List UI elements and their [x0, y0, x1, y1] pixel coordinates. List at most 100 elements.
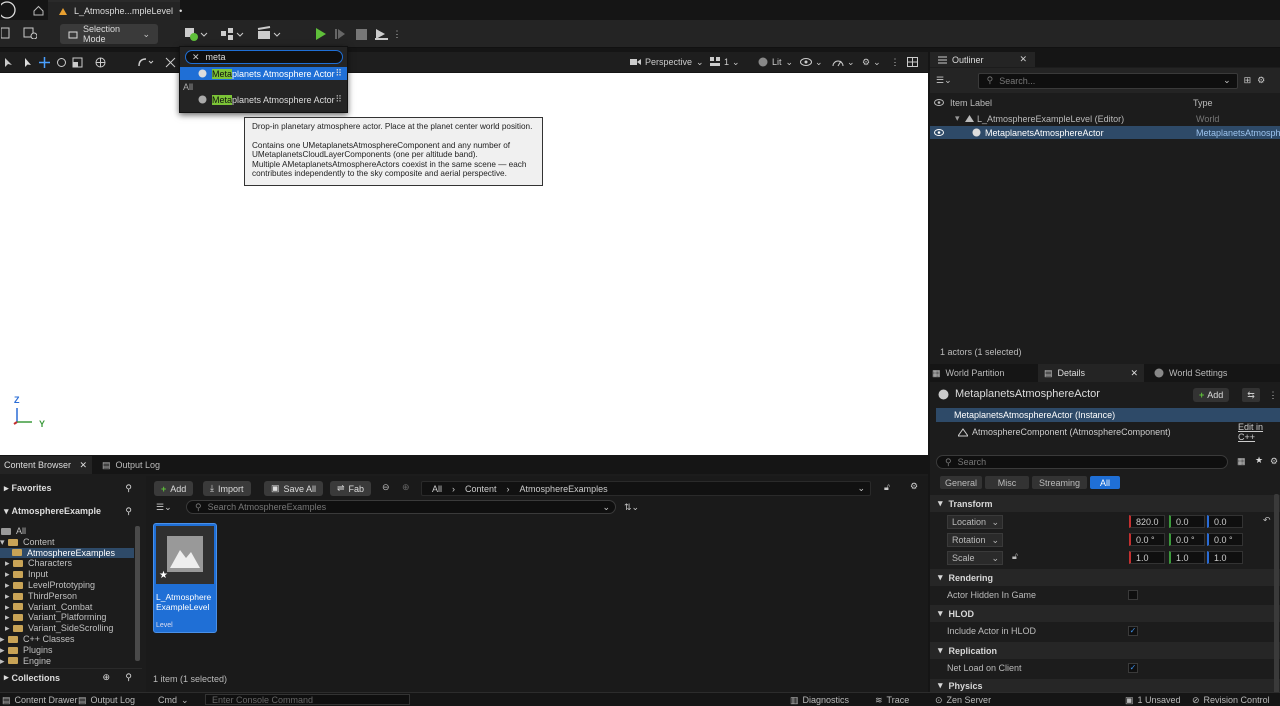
rotate-icon[interactable] [55, 55, 67, 69]
tree-characters[interactable]: ▸ Characters [0, 558, 134, 569]
rotation-y[interactable]: 0.0 ° [1169, 533, 1205, 546]
expand-arrow-icon[interactable]: ▾ [955, 113, 960, 124]
filter-streaming[interactable]: Streaming [1032, 476, 1087, 489]
section-hlod[interactable]: ▾ HLOD [930, 605, 1280, 622]
result-item[interactable]: Metaplanets Atmosphere Actor ⠿ [180, 93, 347, 106]
eject-icon[interactable] [372, 25, 390, 43]
scale-y[interactable]: 1.0 [1169, 551, 1205, 564]
tree-engine[interactable]: ▸ Engine [0, 656, 134, 666]
breadcrumb-all[interactable]: All [432, 484, 442, 494]
col-item-label[interactable]: Item Label [950, 98, 992, 108]
outliner-search-input[interactable]: ⚲ Search... ⌄ [977, 72, 1238, 89]
place-actor-search[interactable]: ✕ meta [185, 50, 343, 64]
location-y[interactable]: 0.0 [1169, 515, 1205, 528]
output-log-button[interactable]: ▤ Output Log [78, 694, 135, 706]
tree-third-person[interactable]: ▸ ThirdPerson [0, 591, 134, 602]
chevron-down-icon[interactable]: ⌄ [857, 483, 865, 494]
tree-input[interactable]: ▸ Input [0, 569, 134, 580]
viewport-settings-button[interactable]: ⚙ ⌄ [862, 54, 881, 70]
actor-hidden-checkbox[interactable] [1128, 590, 1138, 600]
visibility-eye-icon[interactable] [934, 129, 944, 136]
scale-dropdown[interactable]: Scale ⌄ [947, 551, 1003, 565]
drag-handle-icon[interactable]: ⠿ [335, 68, 342, 79]
asset-tile-level[interactable]: ★ L_Atmosphere ExampleLevel Level [153, 523, 217, 633]
drag-handle-icon[interactable]: ⠿ [335, 94, 342, 105]
close-icon[interactable]: ✕ [1130, 368, 1138, 379]
more-options-icon[interactable]: ⋮ [1266, 388, 1280, 402]
select-tool-icon[interactable] [0, 55, 18, 69]
unsaved-button[interactable]: ▣ 1 Unsaved [1125, 694, 1181, 706]
import-button[interactable]: ⤓ Import [203, 481, 251, 496]
location-x[interactable]: 820.0 [1129, 515, 1165, 528]
clear-search-icon[interactable]: ✕ [192, 52, 200, 63]
search-icon[interactable]: ⚲ [125, 506, 132, 517]
scale-z[interactable]: 1.0 [1207, 551, 1243, 564]
trace-button[interactable]: ≋ Trace [875, 694, 909, 706]
details-search-input[interactable]: ⚲ Search [936, 455, 1228, 469]
filter-general[interactable]: General [940, 476, 982, 489]
location-z[interactable]: 0.0 [1207, 515, 1243, 528]
net-load-checkbox[interactable]: ✓ [1128, 663, 1138, 673]
more-options-icon[interactable]: ⋮ [393, 25, 402, 43]
level-tab[interactable]: L_Atmosphe...mpleLevel • [48, 0, 182, 20]
favorite-star-icon[interactable]: ★ [1255, 455, 1263, 466]
asset-search-input[interactable]: ⚲ Search AtmosphereExamples ⌄ [186, 500, 616, 514]
add-button[interactable]: + Add [154, 481, 194, 496]
show-flags-button[interactable]: ⌄ [800, 54, 823, 70]
forward-icon[interactable]: ⊕ [402, 482, 410, 493]
result-item[interactable]: Metaplanets Atmosphere Actor ⠿ [180, 67, 347, 80]
rotation-z[interactable]: 0.0 ° [1207, 533, 1243, 546]
collections-header[interactable]: ▸ Collections ⊕ ⚲ [0, 668, 142, 686]
performance-button[interactable]: ⌄ [832, 54, 855, 70]
maximize-viewport-icon[interactable] [905, 54, 919, 70]
cmd-button[interactable]: Cmd ⌄ [158, 694, 189, 706]
settings-icon[interactable]: ⚙ [1270, 456, 1278, 467]
table-view-icon[interactable]: ▦ [1237, 456, 1246, 467]
grid-layout-button[interactable]: 1 ⌄ [710, 54, 740, 70]
settings-icon[interactable]: ⚙ [910, 481, 918, 492]
more-options-icon[interactable]: ⋮ [890, 54, 900, 70]
close-icon[interactable]: ✕ [79, 460, 87, 471]
fab-button[interactable]: ⇌ Fab [330, 481, 372, 496]
diagnostics-button[interactable]: ▥ Diagnostics [790, 694, 849, 706]
tab-outliner[interactable]: Outliner ✕ [930, 52, 1035, 67]
tree-variant-combat[interactable]: ▸ Variant_Combat [0, 602, 134, 613]
add-actor-button[interactable] [182, 25, 210, 43]
play-icon[interactable] [312, 25, 330, 43]
section-replication[interactable]: ▾ Replication [930, 642, 1280, 659]
snap-icon[interactable] [136, 55, 156, 69]
filter-misc[interactable]: Misc [985, 476, 1029, 489]
translate-icon[interactable] [38, 55, 50, 69]
blueprint-icon[interactable]: ⇆ [1242, 388, 1260, 402]
sort-icon[interactable]: ⇅⌄ [624, 502, 639, 513]
lock-icon[interactable]: 🔓︎ [884, 482, 890, 493]
tab-output-log[interactable]: ▤ Output Log [102, 457, 160, 473]
save-icon[interactable] [0, 26, 10, 40]
back-icon[interactable]: ⊖ [382, 482, 390, 493]
advance-frame-icon[interactable] [332, 25, 350, 43]
camera-speed-icon[interactable] [163, 55, 177, 69]
location-dropdown[interactable]: Location ⌄ [947, 515, 1003, 529]
details-scrollbar[interactable] [1274, 494, 1279, 694]
tab-world-settings[interactable]: World Settings [1154, 365, 1227, 381]
add-folder-icon[interactable]: ⊞ [1244, 75, 1252, 86]
tree-all[interactable]: All [0, 526, 134, 537]
perspective-button[interactable]: Perspective ⌄ [630, 54, 704, 70]
unreal-logo-icon[interactable] [0, 0, 20, 20]
breadcrumb-content[interactable]: Content [465, 484, 497, 494]
blueprint-button[interactable] [218, 25, 246, 43]
save-all-button[interactable]: ▣ Save All [264, 481, 324, 496]
tree-row-world[interactable]: ▾ L_AtmosphereExampleLevel (Editor) Worl… [930, 112, 1280, 125]
console-input[interactable]: Enter Console Command [205, 694, 410, 705]
selection-mode-button[interactable]: Selection Mode ⌄ [60, 24, 158, 44]
search-icon[interactable]: ⚲ [125, 672, 132, 683]
filter-icon[interactable]: ☰⌄ [156, 502, 172, 513]
cursor-icon[interactable] [22, 55, 34, 69]
add-component-button[interactable]: + Add [1193, 388, 1230, 402]
tree-row-actor[interactable]: MetaplanetsAtmosphereActor MetaplanetsAt… [930, 126, 1280, 139]
rotation-dropdown[interactable]: Rotation ⌄ [947, 533, 1003, 547]
scale-x[interactable]: 1.0 [1129, 551, 1165, 564]
breadcrumb-atmosphere[interactable]: AtmosphereExamples [520, 484, 608, 494]
settings-icon[interactable]: ⚙ [1257, 75, 1265, 86]
project-header[interactable]: ▾ AtmosphereExample ⚲ [0, 502, 142, 520]
